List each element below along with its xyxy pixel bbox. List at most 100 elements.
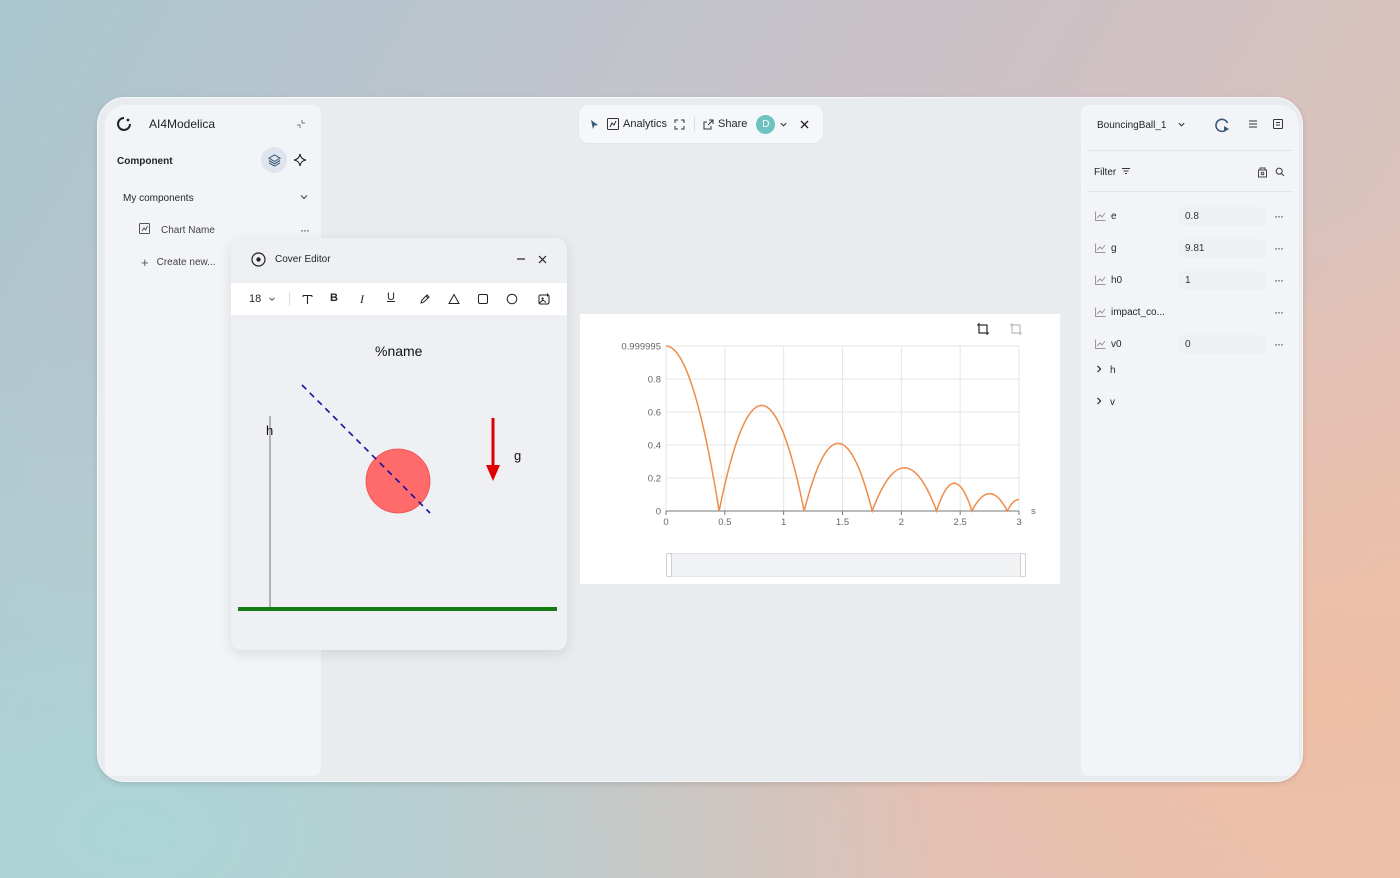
x-tick-label: 2.5 [954, 517, 967, 528]
chart-line-icon[interactable] [1095, 307, 1106, 320]
ground-line [238, 607, 557, 611]
x-tick-label: 0.5 [718, 517, 731, 528]
x-tick-label: 3 [1016, 517, 1021, 528]
close-icon[interactable] [800, 120, 809, 129]
variable-group-h[interactable]: h [1095, 363, 1116, 377]
search-icon[interactable] [1273, 165, 1287, 179]
more-icon[interactable]: ··· [1274, 241, 1284, 255]
cursor-icon[interactable] [589, 119, 600, 130]
x-tick-label: 0 [663, 517, 668, 528]
layers-icon [267, 153, 281, 167]
share-button[interactable]: Share [718, 118, 747, 130]
filter-button[interactable]: Filter [1094, 165, 1131, 179]
create-new-button[interactable]: + Create new... [141, 254, 216, 270]
italic-icon[interactable]: I [360, 292, 364, 307]
drawing-canvas[interactable]: %name h g [231, 315, 567, 650]
y-tick-label: 0.999995 [621, 342, 661, 353]
model-name: BouncingBall_1 [1097, 119, 1167, 131]
top-toolbar: Analytics Share D [579, 105, 823, 143]
divider [1087, 191, 1293, 192]
avatar[interactable]: D [756, 114, 776, 134]
cover-icon [250, 251, 266, 267]
param-name: h0 [1111, 275, 1123, 286]
param-row-v0: v0 0 ··· [1081, 329, 1299, 361]
chart-line-icon[interactable] [1095, 211, 1106, 224]
more-icon[interactable]: ··· [1274, 337, 1284, 351]
toolbar-divider [694, 117, 696, 131]
run-simulation-icon[interactable] [1213, 116, 1231, 134]
y-tick-label: 0.6 [648, 407, 661, 418]
layers-button[interactable] [261, 147, 287, 173]
create-new-label: Create new... [156, 256, 216, 268]
analytics-button[interactable]: Analytics [623, 118, 667, 130]
app-logo-icon [115, 115, 133, 133]
param-value-input[interactable]: 0 [1179, 335, 1265, 354]
cover-editor-title: Cover Editor [275, 254, 331, 265]
chart-card: 0 0.5 1 1.5 2 2.5 3 0 0.2 0.4 0.6 0.8 0.999995 s [580, 314, 1060, 584]
panel-icon[interactable] [1271, 117, 1285, 131]
param-value-input[interactable]: 1 [1179, 271, 1265, 290]
x-tick-label: 1.5 [836, 517, 849, 528]
param-row-e: e 0.8 ··· [1081, 201, 1299, 233]
bold-icon[interactable]: B [330, 292, 338, 304]
my-components-group[interactable]: My components [123, 190, 309, 206]
app-name: AI4Modelica [149, 117, 216, 131]
list-item-label: Chart Name [161, 224, 215, 236]
gravity-arrow-head [486, 465, 500, 481]
range-slider[interactable] [666, 553, 1026, 577]
param-row-impact: impact_co... ··· [1081, 297, 1299, 329]
chart-icon [139, 221, 150, 239]
divider [1087, 150, 1293, 151]
ellipse-tool-icon[interactable] [505, 292, 519, 306]
param-row-h0: h0 1 ··· [1081, 265, 1299, 297]
pen-tool-icon[interactable] [418, 292, 432, 306]
image-tool-icon[interactable] [537, 292, 551, 306]
right-panel: BouncingBall_1 Filter e 0.8 ··· g 9.81 ·… [1081, 105, 1299, 776]
chevron-down-icon[interactable] [268, 295, 276, 303]
param-name: impact_co... [1111, 307, 1165, 318]
more-icon[interactable]: ··· [1274, 273, 1284, 287]
param-value-input[interactable]: 9.81 [1179, 239, 1265, 258]
line-chart[interactable]: 0 0.5 1 1.5 2 2.5 3 0 0.2 0.4 0.6 0.8 0.999995 s [580, 314, 1060, 584]
chevron-down-icon[interactable] [779, 120, 788, 129]
more-icon[interactable]: ··· [1274, 209, 1284, 223]
chart-line-icon[interactable] [1095, 275, 1106, 288]
underline-icon[interactable]: U [387, 291, 395, 303]
section-title: Component [117, 156, 173, 167]
param-row-g: g 9.81 ··· [1081, 233, 1299, 265]
model-select[interactable]: BouncingBall_1 [1097, 117, 1186, 133]
range-handle-left[interactable] [666, 553, 672, 577]
cover-editor-window: Cover Editor 18 B I U %name g [231, 238, 567, 650]
rectangle-tool-icon[interactable] [476, 292, 490, 306]
triangle-tool-icon[interactable] [447, 292, 461, 306]
sparkle-button[interactable] [291, 151, 309, 169]
param-value-input[interactable]: 0.8 [1179, 207, 1265, 226]
chevron-right-icon [1095, 397, 1103, 408]
plus-icon: + [141, 254, 149, 270]
more-icon[interactable]: ··· [300, 223, 310, 237]
group-label: My components [123, 192, 194, 204]
collapse-icon[interactable] [293, 116, 309, 132]
chevron-down-icon [299, 189, 309, 207]
save-filter-icon[interactable] [1255, 165, 1269, 179]
minimize-icon[interactable] [514, 252, 528, 266]
share-icon [703, 119, 714, 130]
variable-group-v[interactable]: v [1095, 395, 1115, 409]
toolbar-divider [289, 292, 290, 306]
param-name: v0 [1111, 339, 1122, 350]
range-handle-right[interactable] [1020, 553, 1026, 577]
param-name: e [1111, 211, 1117, 222]
chart-line-icon[interactable] [1095, 339, 1106, 352]
text-tool-icon[interactable] [300, 292, 314, 306]
x-axis-label: s [1031, 506, 1036, 517]
font-size-select[interactable]: 18 [249, 293, 261, 305]
close-icon[interactable] [535, 252, 549, 266]
list-item[interactable]: Chart Name ··· [139, 221, 310, 239]
drawing-toolbar: 18 B I U [231, 283, 567, 315]
fullscreen-icon[interactable] [674, 119, 685, 130]
list-icon[interactable] [1246, 117, 1260, 131]
chart-line-icon[interactable] [1095, 243, 1106, 256]
sparkle-icon [293, 153, 307, 167]
more-icon[interactable]: ··· [1274, 305, 1284, 319]
variable-name: v [1110, 396, 1115, 408]
